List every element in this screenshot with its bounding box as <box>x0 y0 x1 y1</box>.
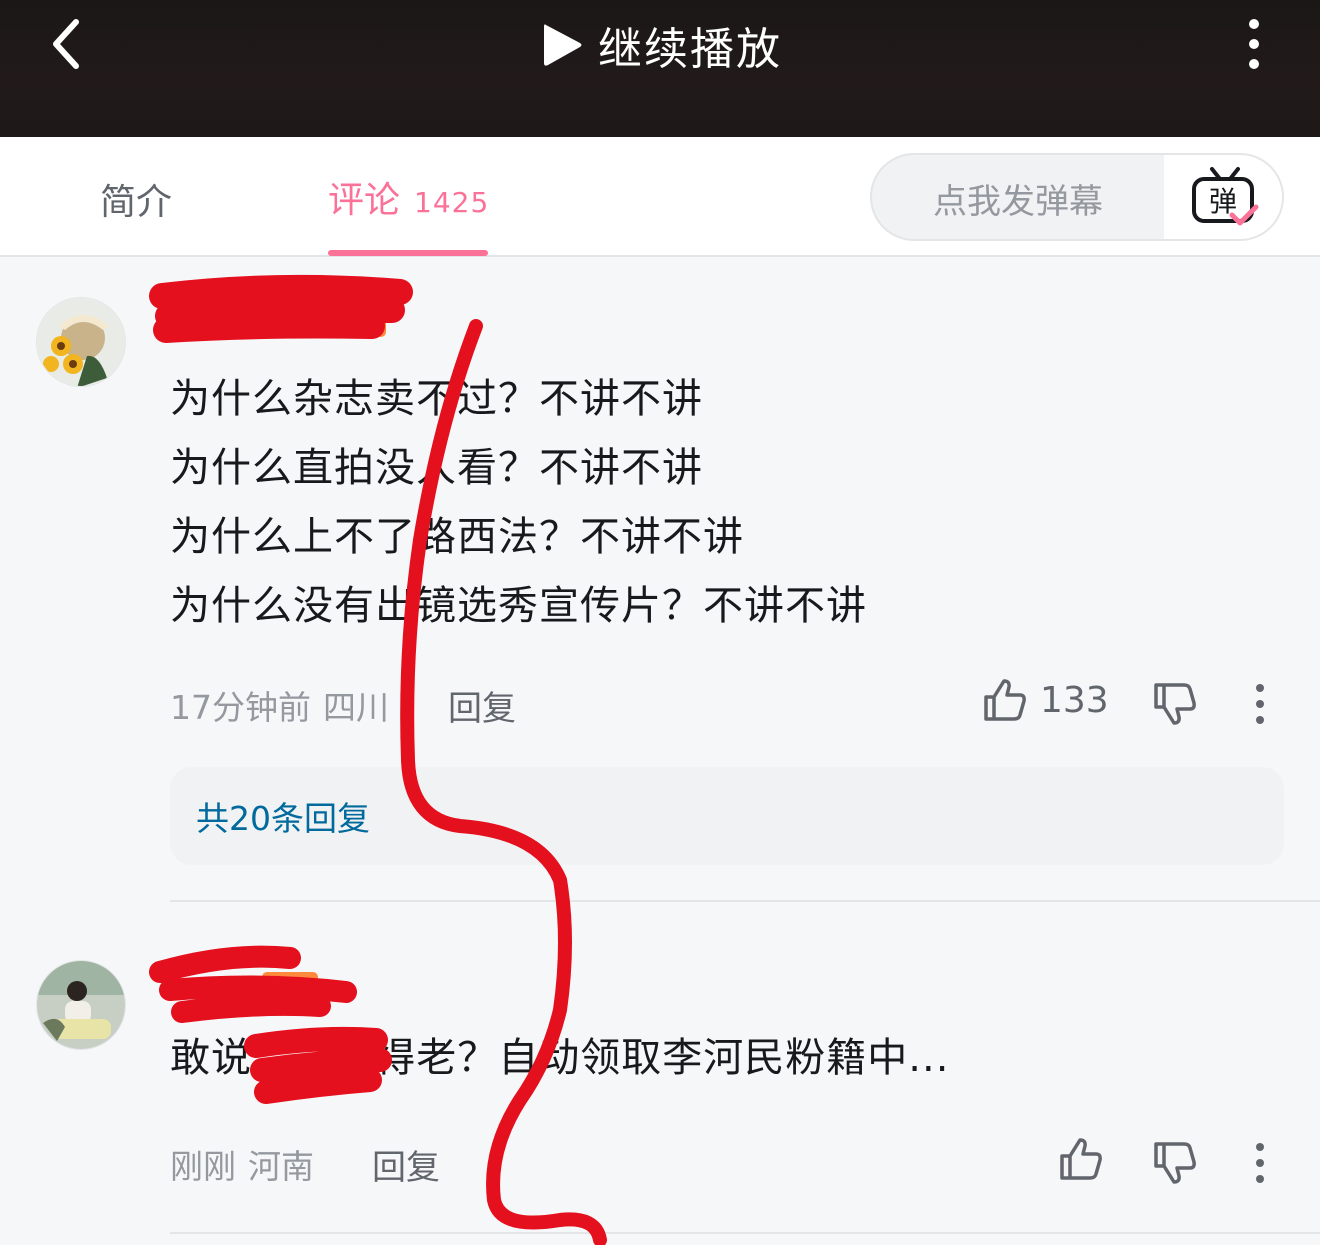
chevron-left-icon <box>53 19 79 69</box>
dislike-button[interactable] <box>1152 1140 1198 1190</box>
comment-time: 刚刚 <box>170 1147 236 1186</box>
avatar[interactable] <box>36 960 126 1050</box>
continue-play-label: 继续播放 <box>598 24 782 75</box>
like-count: 133 <box>1040 679 1109 721</box>
continue-play-button[interactable]: 继续播放 <box>540 12 782 78</box>
comment-line: 为什么没有出镜选秀宣传片？不讲不讲 <box>170 583 867 629</box>
active-tab-indicator <box>328 250 488 256</box>
vertical-dots-icon <box>1256 1143 1264 1183</box>
comment-count: 1425 <box>414 186 490 219</box>
level-badge <box>262 972 318 998</box>
avatar[interactable] <box>36 297 126 387</box>
comment-line: 为什么上不了路西法？不讲不讲 <box>170 514 744 560</box>
comment-line: 为什么直拍没人看？不讲不讲 <box>170 445 703 491</box>
comment-more-button[interactable] <box>1248 681 1272 731</box>
thumbs-down-icon <box>1154 1142 1196 1184</box>
danmaku-tv-icon: 弹 <box>1192 167 1259 226</box>
avatar-image <box>37 961 125 1049</box>
vertical-dots-icon <box>1249 19 1259 69</box>
like-button[interactable] <box>1058 1136 1116 1182</box>
avatar-image <box>37 298 125 386</box>
more-options-button[interactable] <box>1234 14 1274 74</box>
comment-location: 河南 <box>248 1147 314 1186</box>
comment-time: 17分钟前 <box>170 688 311 727</box>
comment-content: 敢说 长得老？自动领取李河民粉籍中... <box>170 1024 949 1093</box>
comment-divider <box>170 1232 1320 1234</box>
comment-item: 为什么杂志卖不过？不讲不讲 为什么直拍没人看？不讲不讲 为什么上不了路西法？不讲… <box>0 257 1320 902</box>
thumbs-up-icon <box>1060 1138 1102 1180</box>
tab-intro[interactable]: 简介 <box>100 173 172 225</box>
vertical-dots-icon <box>1256 684 1264 724</box>
comment-meta: 17分钟前 四川 <box>170 681 389 729</box>
view-replies-button[interactable]: 共20条回复 <box>170 767 1284 865</box>
play-icon <box>544 24 582 66</box>
like-button[interactable]: 133 <box>982 677 1109 723</box>
comment-meta: 刚刚 河南 <box>170 1140 314 1188</box>
replies-summary: 共20条回复 <box>196 799 370 838</box>
comment-content: 为什么杂志卖不过？不讲不讲 为什么直拍没人看？不讲不讲 为什么上不了路西法？不讲… <box>170 365 867 641</box>
danmaku-bar: 点我发弹幕 弹 <box>870 153 1284 241</box>
tab-comments-label: 评论 <box>328 180 401 221</box>
thumbs-down-icon <box>1154 683 1196 725</box>
comment-line: 为什么杂志卖不过？不讲不讲 <box>170 376 703 422</box>
tab-comments[interactable]: 评论 1425 <box>328 171 489 223</box>
tab-bar: 简介 评论 1425 点我发弹幕 弹 <box>0 137 1320 257</box>
danmaku-toggle-button[interactable]: 弹 <box>1164 155 1282 239</box>
comment-line: 敢说 长得老？自动领取李河民粉籍中... <box>170 1035 950 1081</box>
danmaku-input[interactable]: 点我发弹幕 <box>872 155 1164 239</box>
back-button[interactable] <box>40 14 100 74</box>
reply-button[interactable]: 回复 <box>372 1140 440 1189</box>
comment-item: 敢说 长得老？自动领取李河民粉籍中... 刚刚 河南 回复 <box>0 902 1320 1232</box>
thumbs-up-icon <box>984 679 1026 721</box>
level-badge <box>330 311 386 337</box>
reply-button[interactable]: 回复 <box>448 681 516 730</box>
dislike-button[interactable] <box>1152 681 1198 731</box>
player-top-bar: 继续播放 <box>0 0 1320 137</box>
comment-location: 四川 <box>323 688 389 727</box>
comment-more-button[interactable] <box>1248 1140 1272 1190</box>
